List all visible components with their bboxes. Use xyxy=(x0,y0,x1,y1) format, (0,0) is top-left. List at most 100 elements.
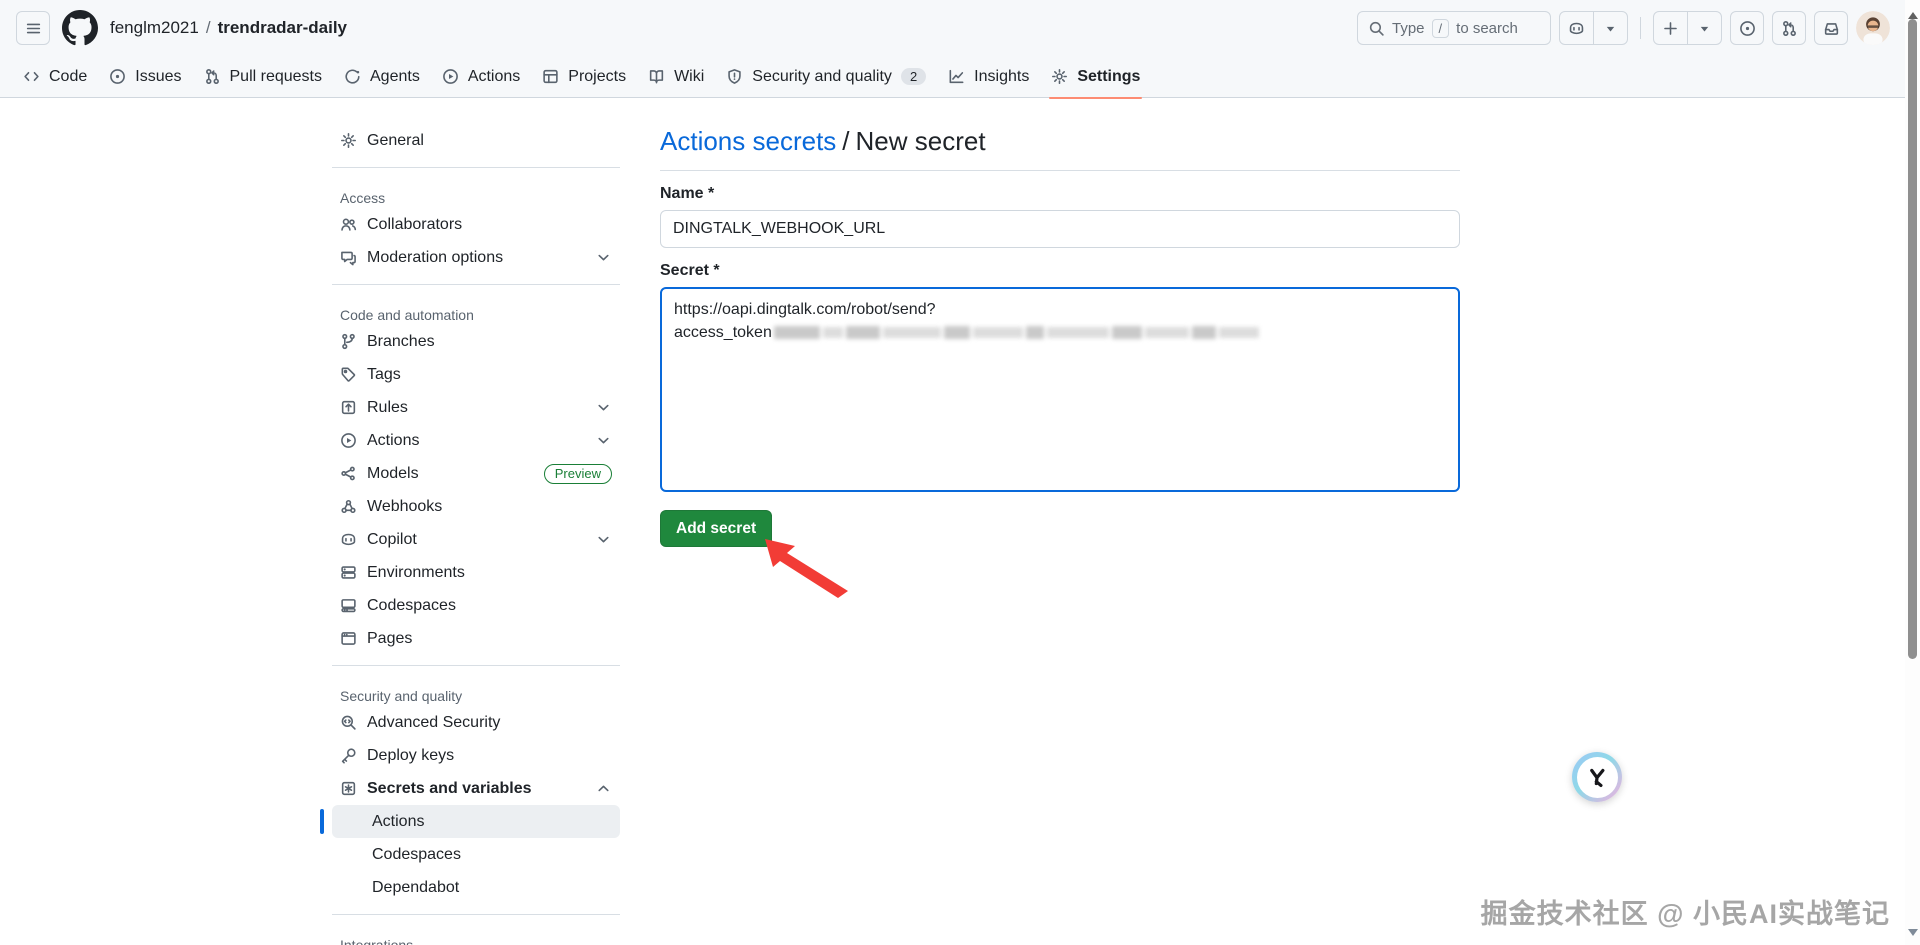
actions-secrets-link[interactable]: Actions secrets xyxy=(660,126,836,156)
sidebar-item-dependabot[interactable]: Dependabot xyxy=(332,871,620,904)
copilot-icon xyxy=(1568,20,1585,37)
chevron-down-icon xyxy=(595,399,612,416)
secret-line-1: https://oapi.dingtalk.com/robot/send? xyxy=(674,301,936,318)
tab-label: Insights xyxy=(974,67,1030,85)
sidebar-item-models[interactable]: Models Preview xyxy=(332,457,620,490)
tab-label: Agents xyxy=(370,67,420,85)
breadcrumb-repo-link[interactable]: trendradar-daily xyxy=(218,18,347,38)
copilot-button[interactable] xyxy=(1560,12,1593,44)
tab-actions[interactable]: Actions xyxy=(431,56,531,98)
comment-discussion-icon xyxy=(340,249,357,266)
sidebar-item-label: Copilot xyxy=(367,530,417,548)
title-current: New secret xyxy=(855,126,986,156)
tab-projects[interactable]: Projects xyxy=(531,56,637,98)
secret-line-2: access_token xyxy=(674,321,1446,344)
tab-label: Issues xyxy=(135,67,182,85)
scrollbar-thumb[interactable] xyxy=(1908,19,1917,659)
sidebar-item-label: Actions xyxy=(367,431,420,449)
sidebar-item-codespaces[interactable]: Codespaces xyxy=(332,589,620,622)
sidebar-item-webhooks[interactable]: Webhooks xyxy=(332,490,620,523)
sidebar-item-moderation-options[interactable]: Moderation options xyxy=(332,241,620,274)
repo-breadcrumb: fenglm2021 / trendradar-daily xyxy=(110,18,347,38)
plus-icon xyxy=(1662,20,1679,37)
tab-wiki[interactable]: Wiki xyxy=(637,56,715,98)
sidebar-item-secrets-and-variables[interactable]: Secrets and variables xyxy=(332,772,620,805)
tab-insights[interactable]: Insights xyxy=(937,56,1040,98)
tab-issues[interactable]: Issues xyxy=(98,56,192,98)
copilot-caret-button[interactable] xyxy=(1593,12,1627,44)
secret-name-input[interactable] xyxy=(660,210,1460,248)
sidebar-item-label: Webhooks xyxy=(367,497,443,515)
issue-opened-icon xyxy=(109,68,126,85)
secret-value-textarea[interactable]: https://oapi.dingtalk.com/robot/send? ac… xyxy=(660,287,1460,492)
chevron-down-icon xyxy=(595,249,612,266)
create-new-button-group xyxy=(1653,11,1722,45)
sidebar-item-branches[interactable]: Branches xyxy=(332,325,620,358)
inbox-button[interactable] xyxy=(1814,11,1848,45)
search-input[interactable]: Type / to search xyxy=(1357,11,1551,45)
add-secret-button[interactable]: Add secret xyxy=(660,510,773,547)
pages-icon xyxy=(340,630,357,647)
sidebar-item-rules[interactable]: Rules xyxy=(332,391,620,424)
create-new-caret-button[interactable] xyxy=(1687,12,1721,44)
sidebar-section-header-security-and-quality: Security and quality xyxy=(340,688,463,704)
header-divider xyxy=(1640,17,1641,39)
models-icon xyxy=(340,465,357,482)
settings-sidebar: General Access Collaborators Moderation opt… xyxy=(320,124,620,945)
issue-opened-icon xyxy=(1739,20,1756,37)
table-icon xyxy=(542,68,559,85)
sidebar-item-actions[interactable]: Actions xyxy=(332,424,620,457)
your-issues-button[interactable] xyxy=(1730,11,1764,45)
slash-key-hint: / xyxy=(1431,18,1450,38)
floating-gradient-logo[interactable] xyxy=(1572,752,1622,802)
chevron-down-icon xyxy=(595,432,612,449)
repo-tab-nav: Code Issues Pull requests Agents Actions Proj… xyxy=(0,56,1920,99)
page-scrollbar[interactable] xyxy=(1905,0,1920,945)
sidebar-item-environments[interactable]: Environments xyxy=(332,556,620,589)
scrollbar-up-arrow-icon[interactable] xyxy=(1907,7,1918,19)
sidebar-item-general[interactable]: General xyxy=(332,124,620,157)
copilot-icon xyxy=(340,531,357,548)
avatar[interactable] xyxy=(1856,11,1890,45)
tab-counter-badge: 2 xyxy=(900,68,927,85)
hamburger-menu-button[interactable] xyxy=(16,11,50,45)
agents-icon xyxy=(344,68,361,85)
tab-security-and-quality[interactable]: Security and quality 2 xyxy=(715,56,937,98)
header-actions: Type / to search xyxy=(1357,11,1890,45)
watermark-text: 掘金技术社区 @ 小民AI实战笔记 xyxy=(1480,899,1890,929)
sidebar-item-copilot[interactable]: Copilot xyxy=(332,523,620,556)
tab-label: Security and quality xyxy=(752,67,892,85)
search-icon xyxy=(1368,20,1385,37)
create-new-button[interactable] xyxy=(1654,12,1687,44)
git-pull-request-icon xyxy=(204,68,221,85)
sidebar-item-label: Codespaces xyxy=(367,596,456,614)
sidebar-item-pages[interactable]: Pages xyxy=(332,622,620,655)
sidebar-item-label: Moderation options xyxy=(367,248,504,266)
scrollbar-down-arrow-icon[interactable] xyxy=(1907,929,1918,941)
sidebar-section-header-access: Access xyxy=(340,190,386,206)
tab-label: Projects xyxy=(568,67,627,85)
play-icon xyxy=(442,68,459,85)
sidebar-item-label: Dependabot xyxy=(372,878,460,896)
key-icon xyxy=(340,747,357,764)
breadcrumb-owner-link[interactable]: fenglm2021 xyxy=(110,18,199,38)
tab-code[interactable]: Code xyxy=(12,56,98,98)
sidebar-item-deploy-keys[interactable]: Deploy keys xyxy=(332,739,620,772)
sidebar-item-advanced-security[interactable]: Advanced Security xyxy=(332,706,620,739)
sidebar-item-actions[interactable]: Actions xyxy=(320,805,620,838)
sidebar-item-collaborators[interactable]: Collaborators xyxy=(332,208,620,241)
sidebar-item-codespaces[interactable]: Codespaces xyxy=(332,838,620,871)
tab-settings[interactable]: Settings xyxy=(1040,56,1151,99)
name-field-label: Name * xyxy=(660,185,715,202)
copilot-button-group xyxy=(1559,11,1628,45)
tab-pull-requests[interactable]: Pull requests xyxy=(193,56,334,98)
webhooks-icon xyxy=(340,498,357,515)
secret-field-label: Secret * xyxy=(660,262,720,279)
breadcrumb-separator: / xyxy=(205,18,211,37)
tab-agents[interactable]: Agents xyxy=(333,56,431,98)
tab-label: Wiki xyxy=(674,67,705,85)
sidebar-item-label: Branches xyxy=(367,332,435,350)
your-pull-requests-button[interactable] xyxy=(1772,11,1806,45)
sidebar-item-tags[interactable]: Tags xyxy=(332,358,620,391)
github-logo-icon[interactable] xyxy=(62,10,98,46)
